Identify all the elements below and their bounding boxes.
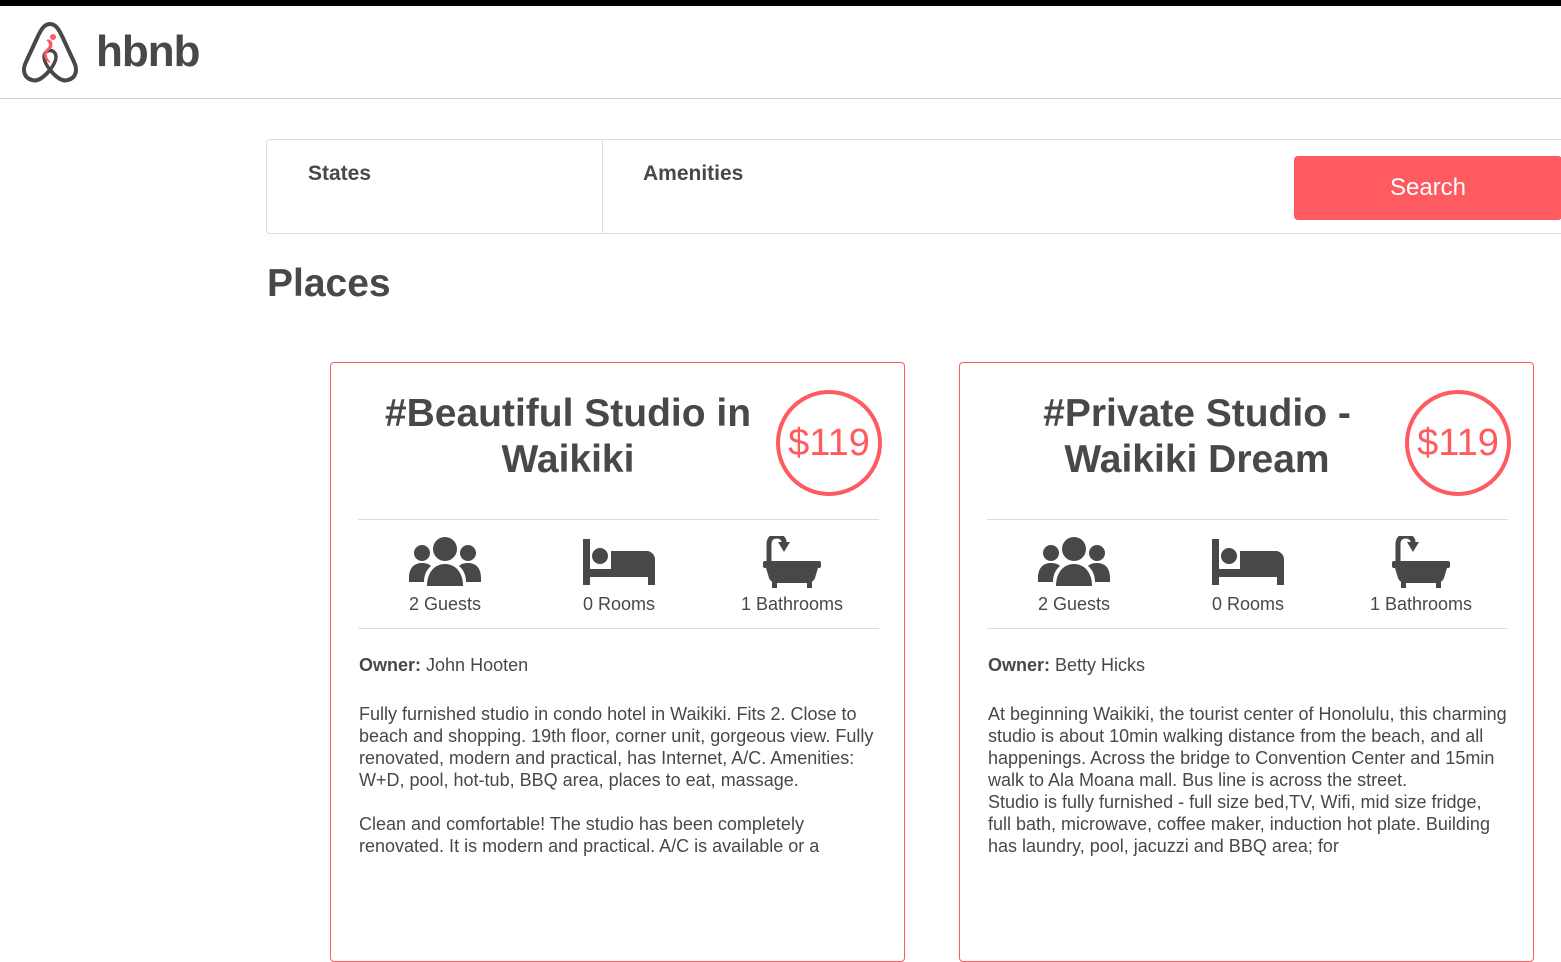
- bathrooms-count: 1 Bathrooms: [1369, 594, 1473, 614]
- airbnb-logo-icon: [22, 22, 78, 83]
- filters-bar: States Amenities Search: [266, 139, 1561, 234]
- description-paragraph: At beginning Waikiki, the tourist center…: [988, 704, 1507, 790]
- bathrooms-info: 1 Bathrooms: [1334, 536, 1508, 615]
- description-paragraph: Fully furnished studio in condo hotel in…: [359, 704, 874, 790]
- bathrooms-info: 1 Bathrooms: [705, 536, 879, 615]
- bed-icon: [1212, 539, 1284, 585]
- place-info: 2 Guests 0 Rooms 1 Bathrooms: [987, 519, 1508, 629]
- place-title: #Private Studio - Waikiki Dream: [1043, 392, 1351, 481]
- amenities-filter[interactable]: Amenities: [602, 140, 1282, 233]
- logo[interactable]: hbnb: [20, 20, 201, 84]
- description-paragraph: Clean and comfortable! The studio has be…: [359, 814, 820, 856]
- owner-line: Owner: John Hooten: [359, 655, 879, 676]
- bath-icon: [763, 536, 821, 588]
- bathrooms-count: 1 Bathrooms: [740, 594, 844, 614]
- owner-label: Owner:: [359, 655, 422, 675]
- place-description: Fully furnished studio in condo hotel in…: [359, 703, 879, 879]
- site-header: hbnb: [0, 6, 1561, 99]
- logo-text: hbnb: [96, 27, 201, 76]
- rooms-count: 0 Rooms: [1211, 594, 1285, 614]
- users-icon: [1038, 537, 1110, 586]
- rooms-info: 0 Rooms: [532, 536, 706, 615]
- price-badge: $119: [776, 390, 882, 496]
- places-heading: Places: [267, 262, 391, 305]
- place-title: #Beautiful Studio in Waikiki: [384, 392, 752, 481]
- place-info: 2 Guests 0 Rooms 1 Bathrooms: [358, 519, 879, 629]
- states-filter-label: States: [308, 162, 372, 185]
- owner-name: Betty Hicks: [1055, 655, 1146, 675]
- owner-line: Owner: Betty Hicks: [988, 655, 1508, 676]
- users-icon: [409, 537, 481, 586]
- search-button[interactable]: Search: [1294, 156, 1561, 220]
- owner-name: John Hooten: [426, 655, 529, 675]
- description-paragraph: Studio is fully furnished - full size be…: [988, 792, 1490, 856]
- rooms-info: 0 Rooms: [1161, 536, 1335, 615]
- place-description: At beginning Waikiki, the tourist center…: [988, 703, 1508, 879]
- place-card[interactable]: #Beautiful Studio in Waikiki $119 2 Gues…: [330, 362, 905, 962]
- guests-count: 2 Guests: [408, 594, 482, 614]
- place-card[interactable]: #Private Studio - Waikiki Dream $119 2 G…: [959, 362, 1534, 962]
- states-filter[interactable]: States: [267, 140, 603, 233]
- guests-info: 2 Guests: [987, 536, 1161, 615]
- bath-icon: [1392, 536, 1450, 588]
- owner-label: Owner:: [988, 655, 1051, 675]
- amenities-filter-label: Amenities: [643, 162, 744, 185]
- price-badge: $119: [1405, 390, 1511, 496]
- rooms-count: 0 Rooms: [582, 594, 656, 614]
- bed-icon: [583, 539, 655, 585]
- guests-count: 2 Guests: [1037, 594, 1111, 614]
- guests-info: 2 Guests: [358, 536, 532, 615]
